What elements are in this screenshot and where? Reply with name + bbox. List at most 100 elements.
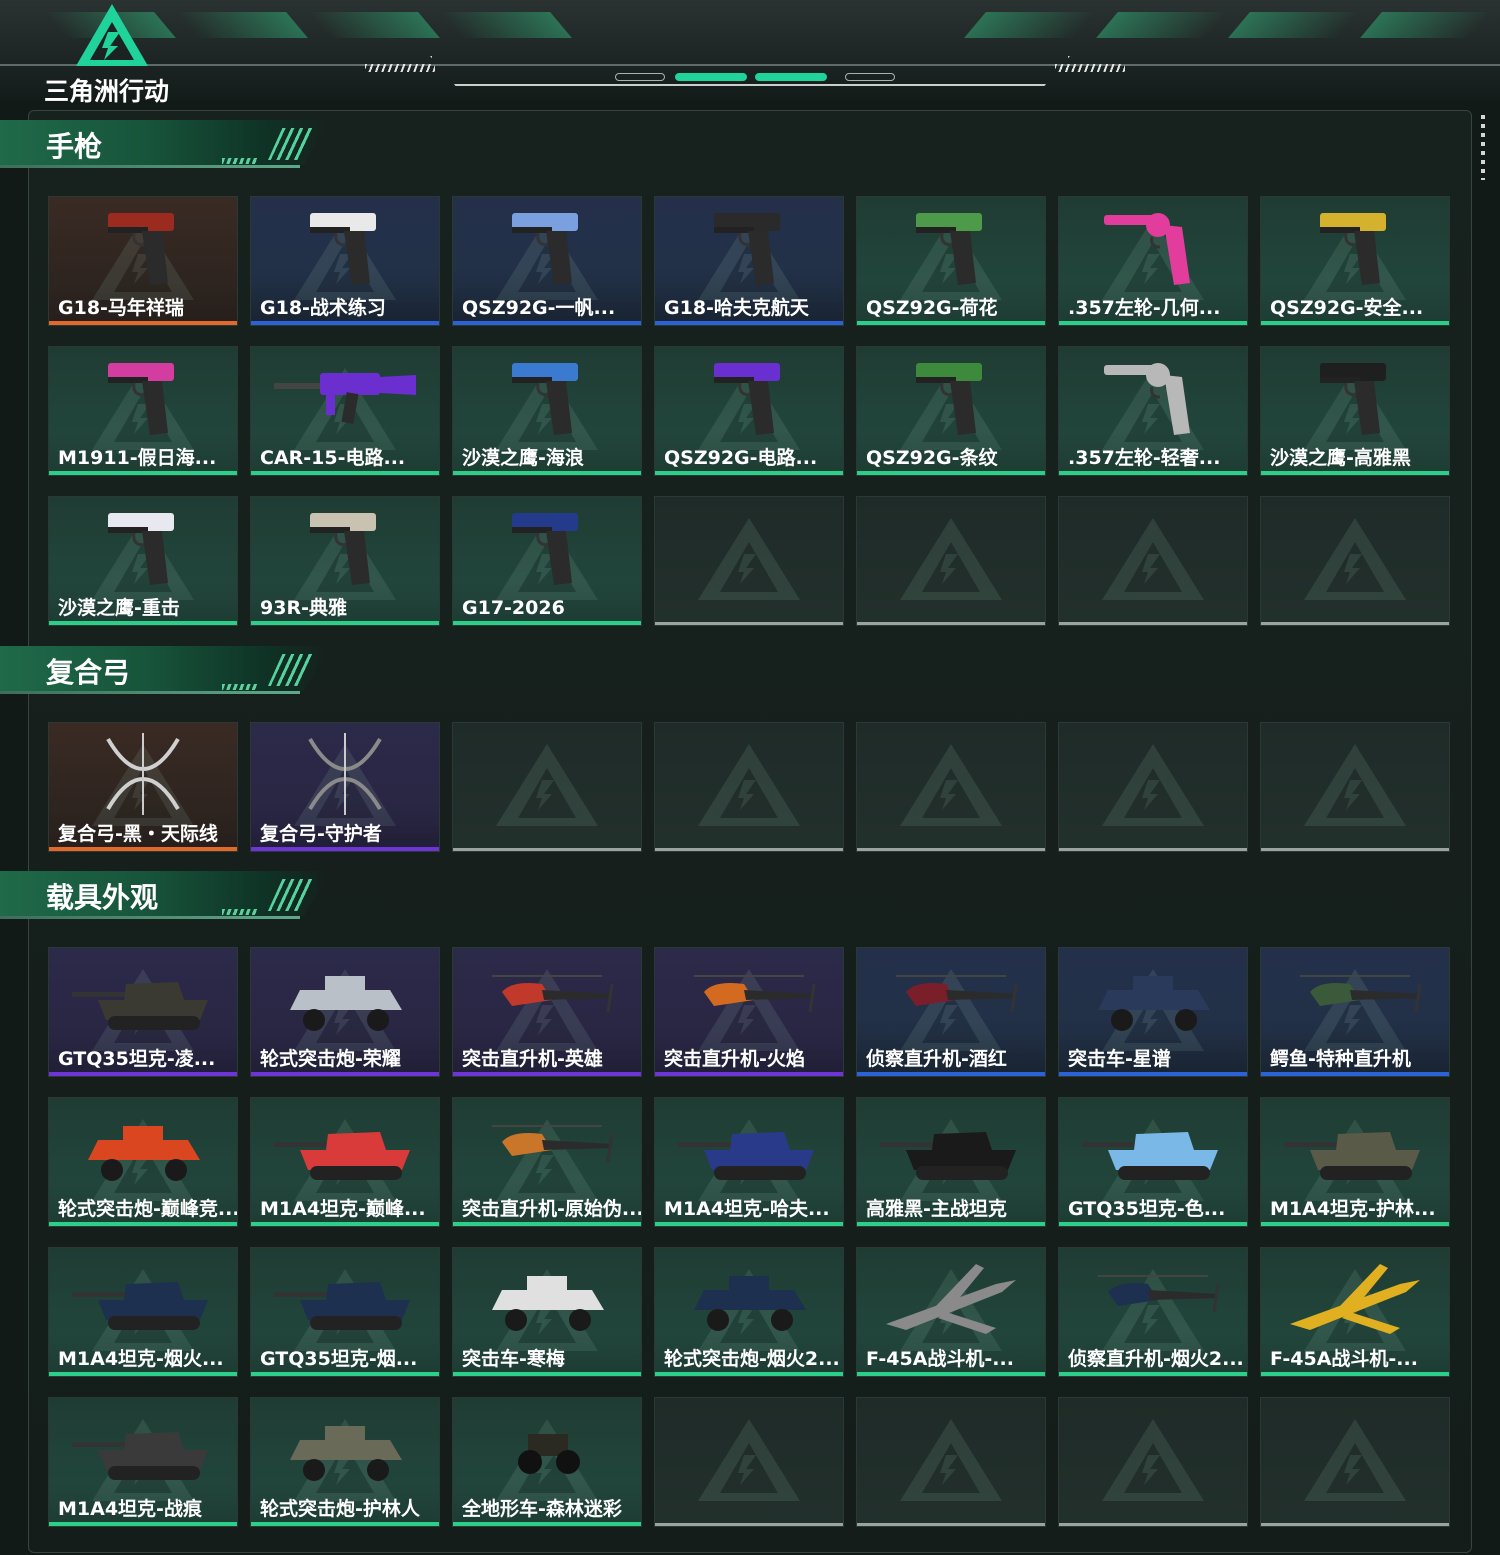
item-card[interactable]: 突击直升机-英雄: [452, 947, 642, 1077]
item-name: M1A4坦克-巅峰...: [260, 1198, 426, 1220]
item-card[interactable]: F-45A战斗机-...: [856, 1247, 1046, 1377]
empty-slot: [1260, 1397, 1450, 1527]
item-card[interactable]: 轮式突击炮-荣耀: [250, 947, 440, 1077]
item-name: 突击直升机-火焰: [664, 1048, 805, 1070]
quality-bar: [1059, 1372, 1247, 1376]
item-card[interactable]: QSZ92G-电路...: [654, 346, 844, 476]
quality-bar: [453, 1372, 641, 1376]
item-card[interactable]: M1A4坦克-烟火...: [48, 1247, 238, 1377]
quality-bar: [1059, 1222, 1247, 1226]
item-card[interactable]: 沙漠之鹰-重击: [48, 496, 238, 626]
quality-bar: [453, 1072, 641, 1076]
armored-car-icon: [472, 1254, 622, 1342]
game-logo: 三角洲行动: [44, 2, 184, 106]
quality-bar: [49, 847, 237, 851]
item-card[interactable]: QSZ92G-安全...: [1260, 196, 1450, 326]
item-card[interactable]: 高雅黑-主战坦克: [856, 1097, 1046, 1227]
game-title: 三角洲行动: [44, 77, 170, 106]
empty-slot: [654, 496, 844, 626]
scrollbar[interactable]: [1481, 115, 1485, 180]
delta-watermark-icon: [492, 740, 602, 834]
item-card[interactable]: QSZ92G-一帆...: [452, 196, 642, 326]
quality-bar: [857, 1372, 1045, 1376]
quality-bar: [49, 1372, 237, 1376]
item-name: QSZ92G-条纹: [866, 447, 998, 469]
helicopter-icon: [472, 1104, 622, 1192]
item-card[interactable]: 沙漠之鹰-海浪: [452, 346, 642, 476]
item-name: 侦察直升机-酒红: [866, 1048, 1007, 1070]
quality-bar: [1261, 1222, 1449, 1226]
item-card[interactable]: M1A4坦克-巅峰...: [250, 1097, 440, 1227]
delta-watermark-icon: [1300, 740, 1410, 834]
item-card[interactable]: 沙漠之鹰-高雅黑: [1260, 346, 1450, 476]
item-card[interactable]: M1911-假日海...: [48, 346, 238, 476]
item-name: QSZ92G-安全...: [1270, 297, 1424, 319]
item-card[interactable]: 突击直升机-原始伪...: [452, 1097, 642, 1227]
item-card[interactable]: 轮式突击炮-巅峰竞...: [48, 1097, 238, 1227]
item-card[interactable]: 侦察直升机-酒红: [856, 947, 1046, 1077]
quality-bar: [857, 848, 1045, 851]
item-card[interactable]: 全地形车-森林迷彩: [452, 1397, 642, 1527]
quality-bar: [857, 1072, 1045, 1076]
item-name: G18-马年祥瑞: [58, 297, 184, 319]
item-card[interactable]: 突击车-星谱: [1058, 947, 1248, 1077]
item-name: G17-2026: [462, 597, 565, 619]
item-card[interactable]: QSZ92G-荷花: [856, 196, 1046, 326]
item-card[interactable]: 鳄鱼-特种直升机: [1260, 947, 1450, 1077]
quality-bar: [1059, 321, 1247, 325]
pistol-icon: [1280, 203, 1430, 291]
item-card[interactable]: 93R-典雅: [250, 496, 440, 626]
section-underline: [0, 165, 300, 168]
tank-icon: [876, 1104, 1026, 1192]
item-name: M1911-假日海...: [58, 447, 217, 469]
top-header: 三角洲行动: [0, 0, 1500, 106]
item-name: F-45A战斗机-...: [866, 1348, 1014, 1370]
quality-bar: [453, 848, 641, 851]
tank-icon: [68, 1254, 218, 1342]
item-card[interactable]: G18-哈夫克航天: [654, 196, 844, 326]
item-card[interactable]: .357左轮-轻奢...: [1058, 346, 1248, 476]
item-card[interactable]: GTQ35坦克-烟...: [250, 1247, 440, 1377]
item-card[interactable]: 复合弓-黑・天际线: [48, 722, 238, 852]
page-indicator-active: [755, 73, 827, 81]
item-card[interactable]: 复合弓-守护者: [250, 722, 440, 852]
item-name: 突击车-星谱: [1068, 1048, 1171, 1070]
empty-slot: [1260, 722, 1450, 852]
item-card[interactable]: G17-2026: [452, 496, 642, 626]
item-card[interactable]: .357左轮-几何...: [1058, 196, 1248, 326]
item-card[interactable]: QSZ92G-条纹: [856, 346, 1046, 476]
item-card[interactable]: GTQ35坦克-色...: [1058, 1097, 1248, 1227]
pistol-icon: [472, 503, 622, 591]
atv-icon: [472, 1404, 622, 1492]
quality-bar: [453, 1522, 641, 1526]
tank-icon: [68, 954, 218, 1042]
quality-bar: [1059, 848, 1247, 851]
pistol-icon: [674, 353, 824, 441]
delta-watermark-icon: [1098, 1415, 1208, 1509]
tank-icon: [270, 1104, 420, 1192]
item-name: 复合弓-守护者: [260, 823, 382, 845]
delta-logo-icon: [76, 4, 148, 66]
quality-bar: [655, 848, 843, 851]
empty-slot: [1058, 1397, 1248, 1527]
empty-slot: [1058, 722, 1248, 852]
item-card[interactable]: M1A4坦克-战痕: [48, 1397, 238, 1527]
item-card[interactable]: GTQ35坦克-凌...: [48, 947, 238, 1077]
item-card[interactable]: G18-马年祥瑞: [48, 196, 238, 326]
item-card[interactable]: 突击车-寒梅: [452, 1247, 642, 1377]
item-card[interactable]: 轮式突击炮-烟火2...: [654, 1247, 844, 1377]
section-underline: [0, 916, 300, 919]
item-name: F-45A战斗机-...: [1270, 1348, 1418, 1370]
tank-icon: [1280, 1104, 1430, 1192]
item-card[interactable]: CAR-15-电路...: [250, 346, 440, 476]
quality-bar: [1261, 848, 1449, 851]
item-card[interactable]: F-45A战斗机-...: [1260, 1247, 1450, 1377]
item-card[interactable]: G18-战术练习: [250, 196, 440, 326]
item-card[interactable]: M1A4坦克-护林...: [1260, 1097, 1450, 1227]
item-card[interactable]: 侦察直升机-烟火2...: [1058, 1247, 1248, 1377]
empty-slot: [856, 722, 1046, 852]
item-card[interactable]: M1A4坦克-哈夫...: [654, 1097, 844, 1227]
item-name: 突击直升机-原始伪...: [462, 1198, 642, 1220]
item-card[interactable]: 突击直升机-火焰: [654, 947, 844, 1077]
item-card[interactable]: 轮式突击炮-护林人: [250, 1397, 440, 1527]
